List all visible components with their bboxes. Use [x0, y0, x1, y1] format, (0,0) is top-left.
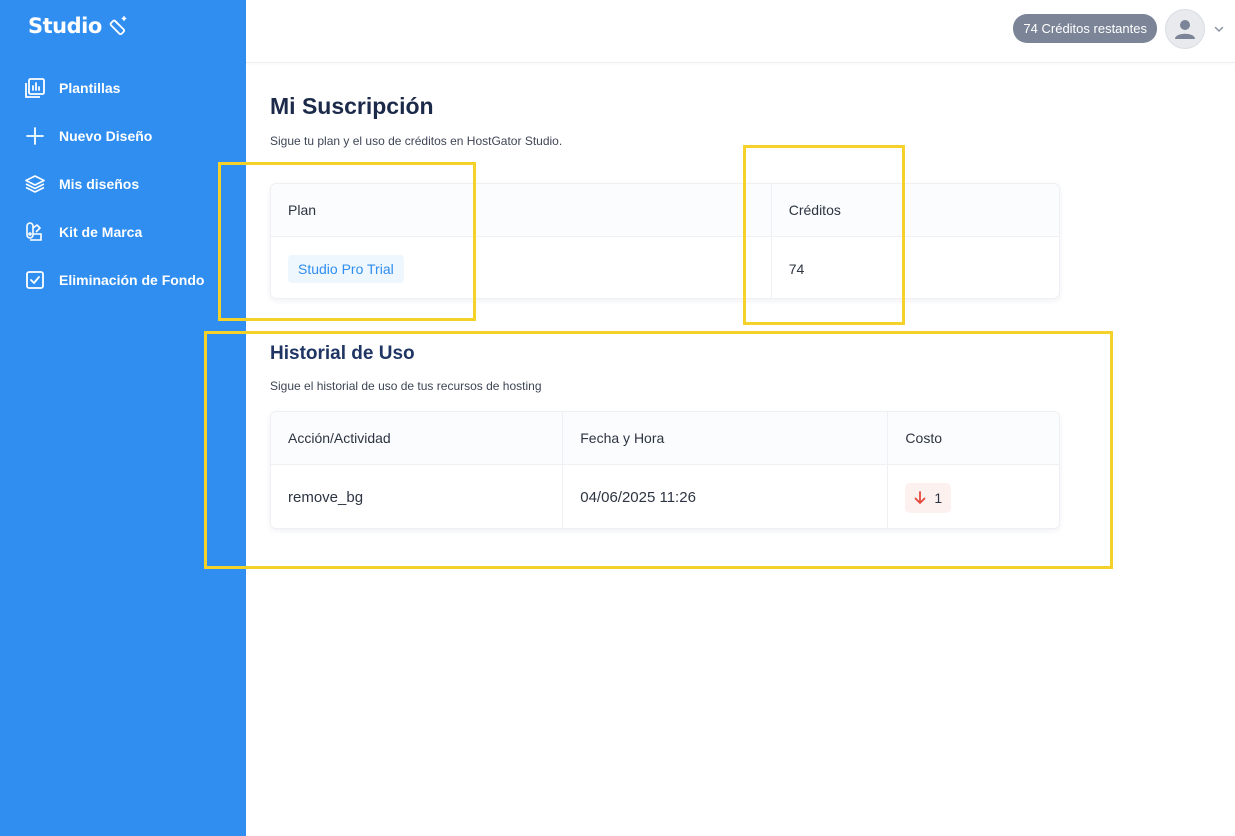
chevron-down-icon[interactable]: [1213, 22, 1225, 34]
layers-icon: [24, 173, 46, 195]
templates-icon: [24, 77, 46, 99]
sidebar-item-label: Eliminación de Fondo: [59, 272, 205, 288]
sidebar-item-kit-de-marca[interactable]: Kit de Marca: [0, 208, 246, 256]
credits-remaining-badge: 74 Créditos restantes: [1013, 14, 1157, 43]
highlight-box-credits: [743, 145, 905, 325]
brand-logo[interactable]: Studio: [28, 14, 130, 38]
sidebar-item-mis-disenos[interactable]: Mis diseños: [0, 160, 246, 208]
user-avatar[interactable]: [1165, 9, 1205, 49]
plus-icon: [24, 125, 46, 147]
highlight-box-plan: [218, 162, 476, 321]
highlight-box-history: [204, 331, 1113, 569]
sidebar-item-label: Mis diseños: [59, 176, 140, 192]
brand-kit-icon: [24, 221, 46, 243]
sidebar-nav: Plantillas Nuevo Diseño Mis diseños Kit …: [0, 64, 246, 304]
sidebar-item-eliminacion-de-fondo[interactable]: Eliminación de Fondo: [0, 256, 246, 304]
top-header: 74 Créditos restantes: [246, 0, 1235, 63]
page-title: Mi Suscripción: [270, 93, 434, 119]
sidebar-item-nuevo-diseno[interactable]: Nuevo Diseño: [0, 112, 246, 160]
magic-wand-icon: [108, 15, 130, 37]
sidebar-item-label: Plantillas: [59, 80, 121, 96]
sidebar-item-label: Nuevo Diseño: [59, 128, 153, 144]
user-icon: [1175, 20, 1195, 39]
brand-name: Studio: [28, 14, 102, 38]
sidebar-item-label: Kit de Marca: [59, 224, 143, 240]
app-root: Studio Plantillas Nuevo Diseño Mis diseñ…: [0, 0, 1235, 836]
sidebar-item-plantillas[interactable]: Plantillas: [0, 64, 246, 112]
page-subtitle: Sigue tu plan y el uso de créditos en Ho…: [270, 134, 563, 148]
checkbox-icon: [24, 269, 46, 291]
